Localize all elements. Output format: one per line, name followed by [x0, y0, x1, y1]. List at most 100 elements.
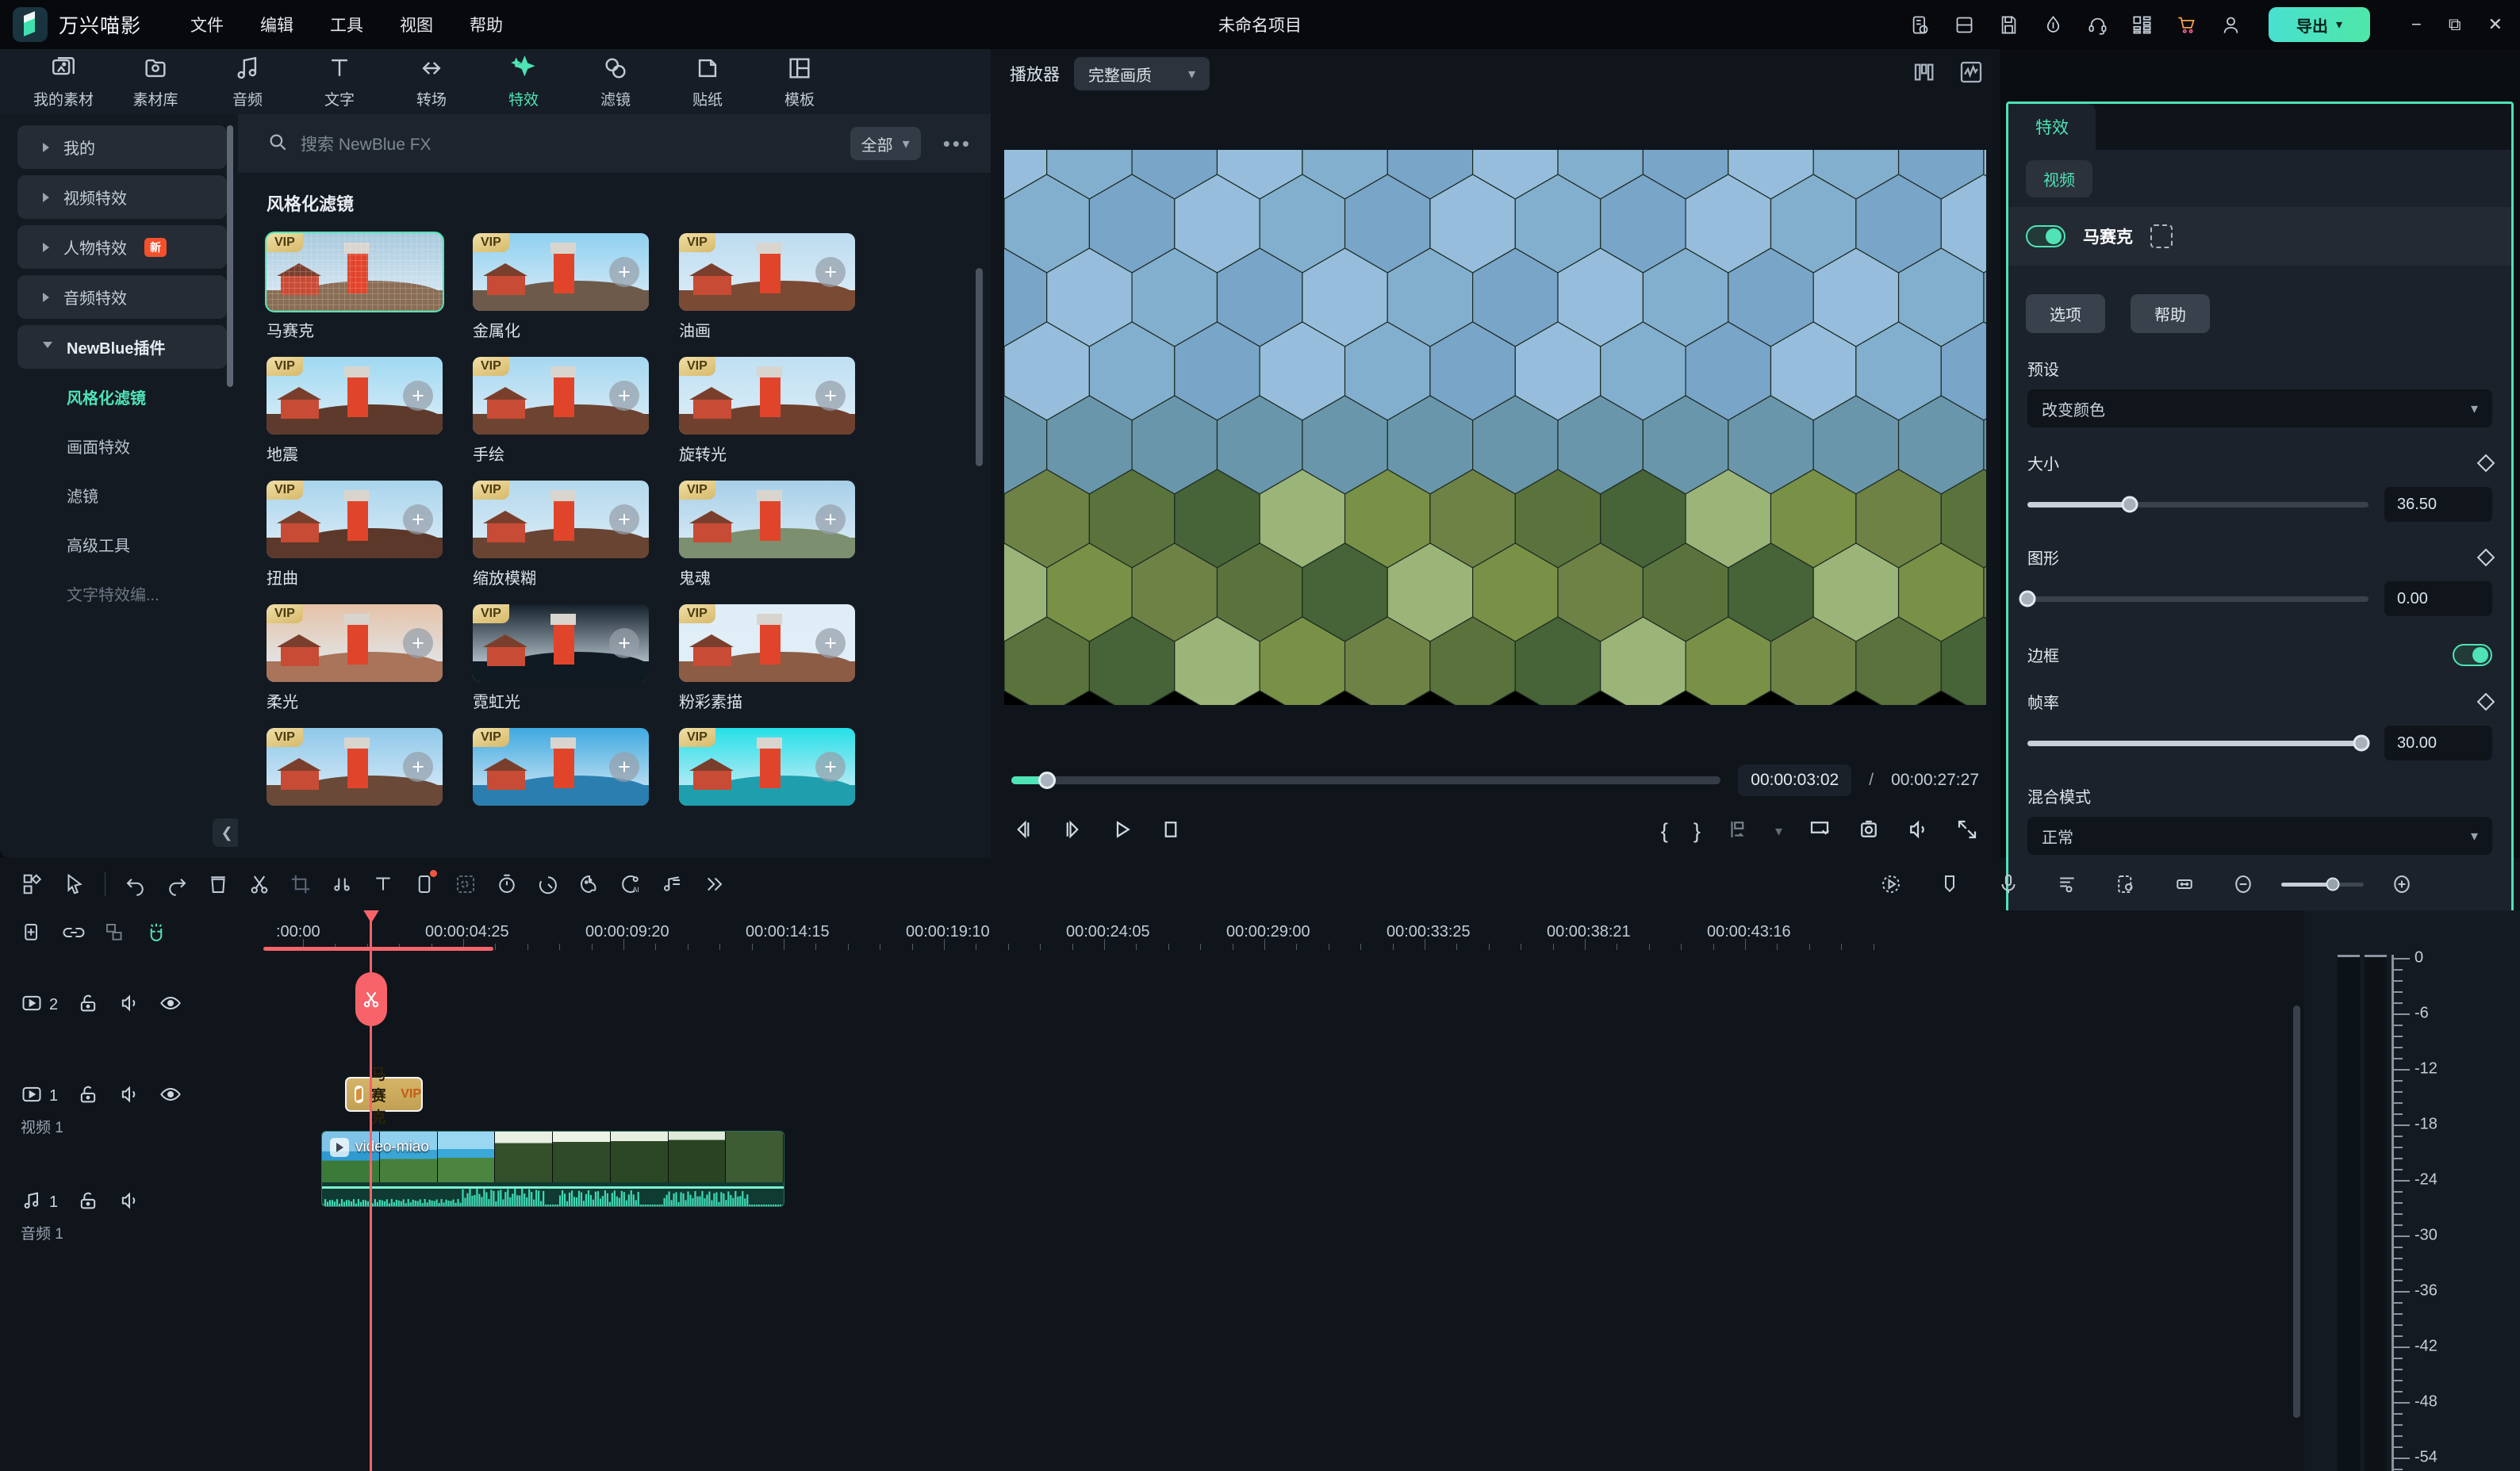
tab-effect-properties[interactable]: 特效: [2008, 104, 2096, 150]
tab-effects[interactable]: 特效: [478, 55, 570, 109]
shape-value[interactable]: 0.00: [2384, 581, 2492, 616]
track-visibility-icon[interactable]: [159, 992, 182, 1018]
delete-icon[interactable]: [198, 864, 239, 905]
chevron-down-icon[interactable]: ▾: [1775, 823, 1782, 840]
search-input[interactable]: 搜索 NewBlue FX: [301, 132, 838, 155]
effect-card[interactable]: VIP+: [267, 728, 443, 813]
effect-card[interactable]: VIP+柔光: [267, 604, 443, 712]
notes-clock-icon[interactable]: [1908, 13, 1932, 36]
keyframe-diamond-icon[interactable]: [2477, 548, 2495, 566]
effect-card[interactable]: VIP+鬼魂: [679, 481, 855, 588]
add-effect-icon[interactable]: +: [815, 504, 846, 534]
effect-thumbnail[interactable]: VIP+: [473, 481, 649, 558]
add-effect-icon[interactable]: +: [609, 381, 639, 411]
playhead-split-button[interactable]: [355, 972, 387, 1026]
effect-thumbnail[interactable]: VIP+: [473, 604, 649, 682]
blend-mode-dropdown[interactable]: 正常 ▾: [2027, 817, 2492, 855]
effect-clip[interactable]: 马赛克 VIP: [345, 1077, 423, 1112]
menu-item-view[interactable]: 视图: [400, 13, 433, 36]
ai-audio-icon[interactable]: AI: [610, 864, 651, 905]
framerate-slider[interactable]: [2027, 741, 2368, 746]
help-button[interactable]: 帮助: [2131, 294, 2210, 333]
add-effect-icon[interactable]: +: [609, 504, 639, 534]
shape-slider[interactable]: [2027, 596, 2368, 602]
effect-thumbnail[interactable]: VIP+: [473, 233, 649, 311]
save-icon[interactable]: [1997, 13, 2021, 36]
playhead[interactable]: [370, 910, 372, 1471]
prev-frame-icon[interactable]: [1011, 818, 1035, 845]
mask-icon[interactable]: [404, 864, 445, 905]
options-button[interactable]: 选项: [2026, 294, 2105, 333]
water-drop-icon[interactable]: [2042, 13, 2065, 36]
current-timecode[interactable]: 00:00:03:02: [1738, 764, 1851, 796]
effects-grid-scrollbar[interactable]: [976, 268, 983, 466]
sidebar-group-audio-effects[interactable]: 音频特效: [17, 275, 227, 319]
effect-card[interactable]: VIP马赛克: [267, 233, 443, 341]
effect-card[interactable]: VIP+粉彩素描: [679, 604, 855, 712]
effect-thumbnail[interactable]: VIP+: [267, 357, 443, 435]
size-slider[interactable]: [2027, 502, 2368, 508]
fit-timeline-icon[interactable]: [2164, 864, 2205, 905]
greenscreen-icon[interactable]: [445, 864, 486, 905]
redo-icon[interactable]: [156, 864, 198, 905]
more-dots-icon[interactable]: •••: [943, 132, 972, 156]
keyframe-diamond-icon[interactable]: [2477, 454, 2495, 472]
undo-icon[interactable]: [115, 864, 156, 905]
track-mute-icon[interactable]: [118, 1083, 140, 1109]
add-effect-icon[interactable]: +: [815, 628, 846, 658]
menu-item-help[interactable]: 帮助: [470, 13, 503, 36]
more-chevrons-icon[interactable]: [692, 864, 734, 905]
restore-button[interactable]: ⧉: [2449, 14, 2461, 35]
speed-ramp-icon[interactable]: [527, 864, 569, 905]
effect-thumbnail[interactable]: VIP+: [679, 728, 855, 806]
playhead-handle[interactable]: [362, 910, 380, 923]
add-effect-icon[interactable]: +: [403, 381, 433, 411]
size-value[interactable]: 36.50: [2384, 487, 2492, 522]
timeline-zoom-slider[interactable]: [2281, 883, 2364, 887]
volume-icon[interactable]: [1906, 818, 1930, 845]
add-effect-icon[interactable]: +: [403, 752, 433, 782]
track-header[interactable]: 2: [0, 958, 216, 1052]
sidebar-item-picture-effects[interactable]: 画面特效: [17, 424, 227, 467]
effect-thumbnail[interactable]: VIP+: [473, 357, 649, 435]
group-icon[interactable]: [103, 921, 127, 948]
timeline-canvas[interactable]: :00:0000:00:04:2500:00:09:2000:00:14:150…: [216, 910, 2304, 1471]
screen-icon[interactable]: [1808, 818, 1832, 845]
effect-card[interactable]: VIP+旋转光: [679, 357, 855, 465]
effect-thumbnail[interactable]: VIP+: [473, 728, 649, 806]
track-mute-icon[interactable]: [118, 1189, 140, 1216]
mark-out-icon[interactable]: }: [1693, 819, 1701, 844]
menu-item-edit[interactable]: 编辑: [260, 13, 293, 36]
effect-thumbnail[interactable]: VIP+: [267, 481, 443, 558]
motion-track-icon[interactable]: [1870, 864, 1912, 905]
add-track-icon[interactable]: [21, 921, 44, 948]
subtab-video[interactable]: 视频: [2026, 160, 2092, 197]
sidebar-item-text-effects[interactable]: 文字特效编...: [17, 572, 227, 615]
border-toggle[interactable]: [2453, 644, 2492, 666]
mark-in-icon[interactable]: {: [1661, 819, 1668, 844]
effect-thumbnail[interactable]: VIP+: [267, 604, 443, 682]
voiceover-icon[interactable]: [1988, 864, 2029, 905]
snapshot-icon[interactable]: [1857, 818, 1881, 845]
select-cursor-icon[interactable]: [54, 864, 95, 905]
crop-icon[interactable]: [280, 864, 321, 905]
audio-split-icon[interactable]: [321, 864, 362, 905]
add-effect-icon[interactable]: +: [609, 628, 639, 658]
add-effect-icon[interactable]: +: [815, 752, 846, 782]
close-button[interactable]: ✕: [2488, 14, 2503, 35]
track-lock-icon[interactable]: [77, 992, 99, 1018]
sidebar-group-people-effects[interactable]: 人物特效 新: [17, 225, 227, 269]
effect-card[interactable]: VIP+缩放模糊: [473, 481, 649, 588]
preview-video[interactable]: [1004, 150, 1986, 705]
timeline-vertical-scrollbar[interactable]: [2293, 1006, 2300, 1418]
sidebar-item-stylize-filters[interactable]: 风格化滤镜: [17, 375, 227, 418]
timeline-ruler[interactable]: :00:0000:00:04:2500:00:09:2000:00:14:150…: [216, 910, 2304, 956]
add-effect-icon[interactable]: +: [815, 381, 846, 411]
plus-circle-icon[interactable]: [2381, 864, 2422, 905]
add-effect-icon[interactable]: +: [403, 504, 433, 534]
waveform-icon[interactable]: [1958, 59, 1984, 89]
sidebar-group-newblue[interactable]: NewBlue插件: [17, 325, 227, 369]
effect-card[interactable]: VIP+: [679, 728, 855, 813]
effect-card[interactable]: VIP+地震: [267, 357, 443, 465]
menu-item-file[interactable]: 文件: [190, 13, 224, 36]
